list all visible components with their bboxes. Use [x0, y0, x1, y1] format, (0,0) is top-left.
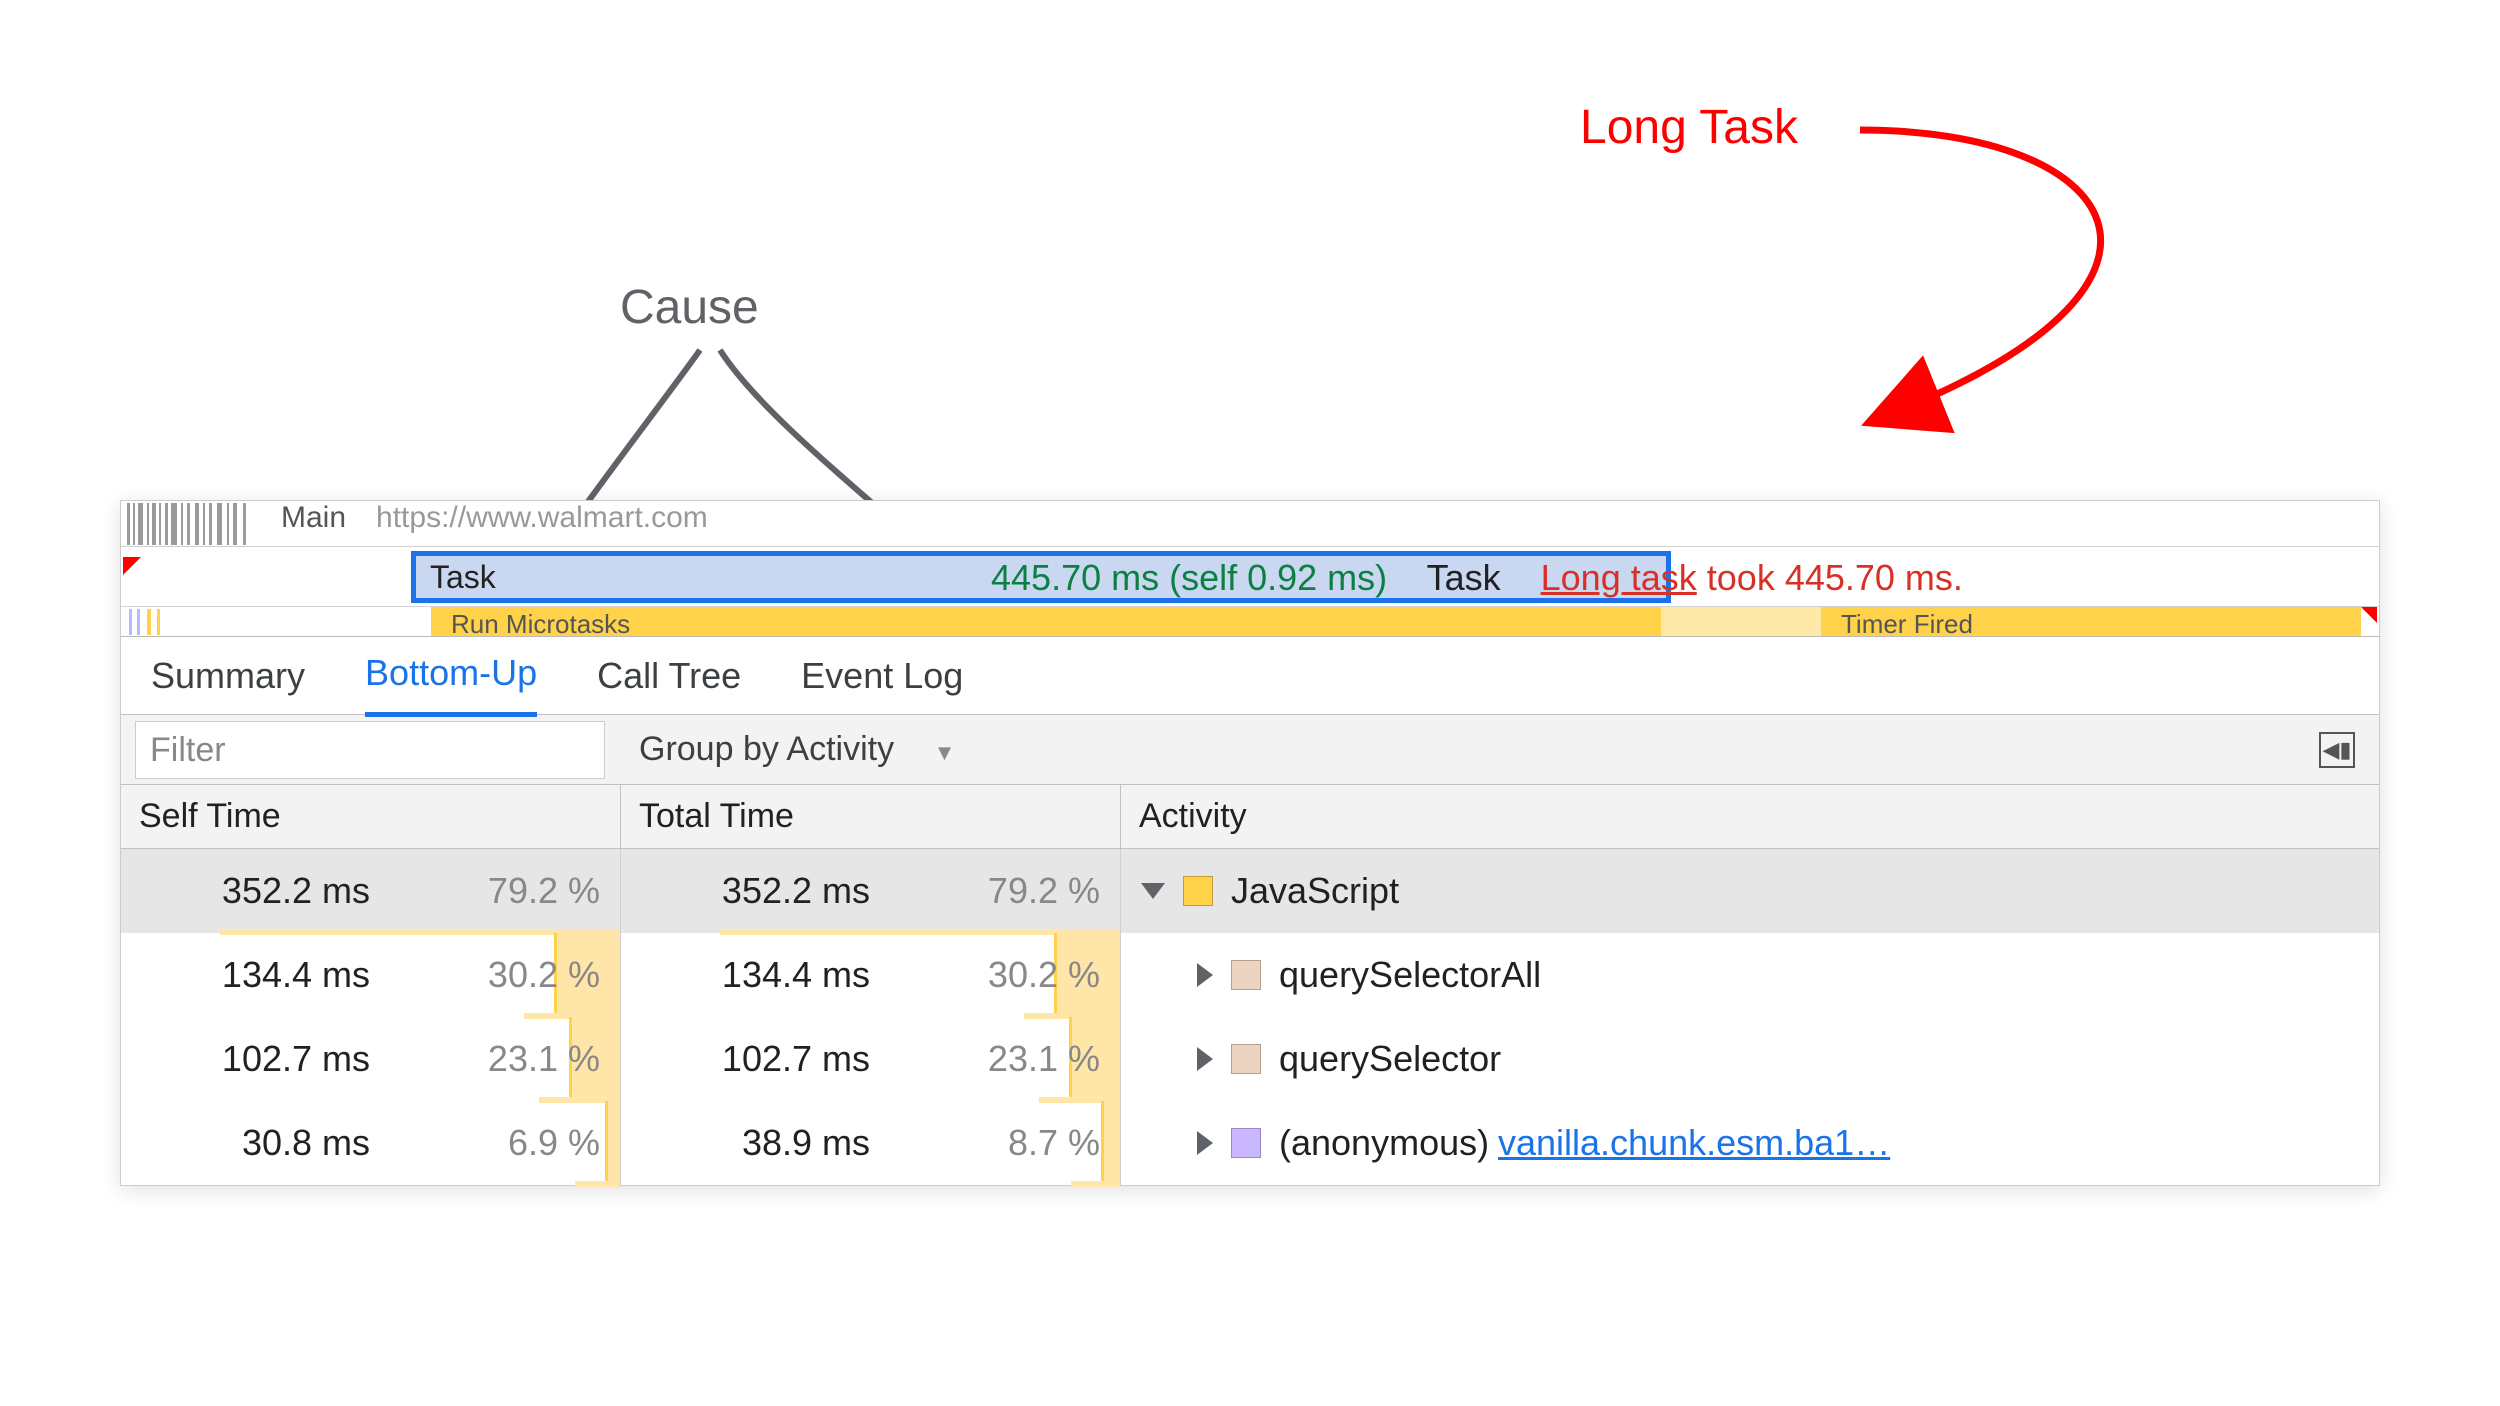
chevron-right-icon[interactable]: [1197, 1047, 1213, 1071]
track-header-main: Main https://www.walmart.com: [121, 501, 2379, 547]
task-warning-rest: took 445.70 ms.: [1697, 557, 1963, 598]
task-type: Task: [1427, 557, 1501, 598]
total-cell: 134.4 ms 30.2 %: [621, 933, 1121, 1017]
annotation-cause: Cause: [620, 280, 759, 335]
group-by-label: Group by Activity: [639, 730, 894, 768]
subtask-timer: Timer Fired: [1841, 609, 1973, 637]
tab-bottom-up[interactable]: Bottom-Up: [365, 634, 537, 717]
tab-call-tree[interactable]: Call Tree: [597, 637, 741, 715]
col-total-time[interactable]: Total Time: [621, 785, 1121, 848]
red-tick-left: [123, 557, 141, 575]
category-swatch: [1231, 1044, 1261, 1074]
source-link[interactable]: vanilla.chunk.esm.ba1…: [1498, 1122, 1890, 1164]
pct-value: 6.9 %: [508, 1122, 600, 1164]
subtask-row: Run Microtasks Timer Fired: [121, 607, 2379, 637]
ms-value: 30.8 ms: [242, 1122, 370, 1164]
task-tooltip: 445.70 ms (self 0.92 ms) Task Long task …: [991, 557, 1963, 599]
red-tick-right: [2359, 607, 2377, 623]
activity-cell: (anonymous) vanilla.chunk.esm.ba1…: [1121, 1101, 2379, 1185]
filter-input[interactable]: Filter: [135, 721, 605, 779]
filter-bar: Filter Group by Activity ▼ ◀▮: [121, 715, 2379, 785]
ms-value: 38.9 ms: [742, 1122, 870, 1164]
chevron-right-icon[interactable]: [1197, 1131, 1213, 1155]
column-headers: Self Time Total Time Activity: [121, 785, 2379, 849]
table-row[interactable]: 352.2 ms 79.2 % 352.2 ms 79.2 % JavaScript: [121, 849, 2379, 933]
ms-value: 102.7 ms: [222, 1038, 370, 1080]
total-cell: 352.2 ms 79.2 %: [621, 849, 1121, 933]
self-cell: 352.2 ms 79.2 %: [121, 849, 621, 933]
category-swatch: [1231, 960, 1261, 990]
col-self-time[interactable]: Self Time: [121, 785, 621, 848]
self-cell: 102.7 ms 23.1 %: [121, 1017, 621, 1101]
ms-value: 352.2 ms: [722, 870, 870, 912]
minimap-barcode-2: [125, 609, 255, 635]
category-swatch: [1231, 1128, 1261, 1158]
table-row[interactable]: 102.7 ms 23.1 % 102.7 ms 23.1 % querySelecto…: [121, 1017, 2379, 1101]
ms-value: 134.4 ms: [722, 954, 870, 996]
ms-value: 102.7 ms: [722, 1038, 870, 1080]
tab-event-log[interactable]: Event Log: [801, 637, 963, 715]
activity-name: querySelector: [1279, 1038, 1501, 1080]
minimap-barcode: [125, 503, 255, 545]
col-activity[interactable]: Activity: [1121, 785, 2379, 848]
heaviest-stack-icon[interactable]: ◀▮: [2319, 732, 2355, 768]
task-warning-label: Long task: [1541, 557, 1697, 598]
table-row[interactable]: 30.8 ms 6.9 % 38.9 ms 8.7 % (anonymous) vani…: [121, 1101, 2379, 1185]
pct-value: 30.2 %: [988, 954, 1100, 996]
self-cell: 30.8 ms 6.9 %: [121, 1101, 621, 1185]
activity-cell: querySelectorAll: [1121, 933, 2379, 1017]
chevron-right-icon[interactable]: [1197, 963, 1213, 987]
chevron-down-icon: ▼: [934, 740, 956, 765]
task-time: 445.70 ms (self 0.92 ms): [991, 557, 1387, 598]
pct-value: 30.2 %: [488, 954, 600, 996]
devtools-panel: Main https://www.walmart.com Task 445.70…: [120, 500, 2380, 1186]
self-cell: 134.4 ms 30.2 %: [121, 933, 621, 1017]
tab-summary[interactable]: Summary: [151, 637, 305, 715]
activity-name: querySelectorAll: [1279, 954, 1541, 996]
total-cell: 38.9 ms 8.7 %: [621, 1101, 1121, 1185]
activity-cell: JavaScript: [1121, 849, 2379, 933]
tabs-bar: Summary Bottom-Up Call Tree Event Log: [121, 637, 2379, 715]
annotation-long-task: Long Task: [1580, 100, 1798, 155]
pct-value: 79.2 %: [988, 870, 1100, 912]
ms-value: 352.2 ms: [222, 870, 370, 912]
chevron-down-icon[interactable]: [1141, 883, 1165, 899]
total-cell: 102.7 ms 23.1 %: [621, 1017, 1121, 1101]
group-by-dropdown[interactable]: Group by Activity ▼: [639, 730, 955, 769]
category-swatch: [1183, 876, 1213, 906]
activity-name: (anonymous): [1279, 1122, 1489, 1164]
task-row: Task 445.70 ms (self 0.92 ms) Task Long …: [121, 547, 2379, 607]
activity-name: JavaScript: [1231, 870, 1399, 912]
pct-value: 8.7 %: [1008, 1122, 1100, 1164]
arrow-long-task: [1840, 100, 2340, 440]
track-url-2: art.com: [608, 501, 708, 535]
track-url-1: https://www.walm: [376, 501, 608, 535]
pct-value: 79.2 %: [488, 870, 600, 912]
pct-value: 23.1 %: [488, 1038, 600, 1080]
activity-cell: querySelector: [1121, 1017, 2379, 1101]
track-main-label: Main: [281, 501, 346, 535]
table-row[interactable]: 134.4 ms 30.2 % 134.4 ms 30.2 % querySelecto…: [121, 933, 2379, 1017]
ms-value: 134.4 ms: [222, 954, 370, 996]
pct-value: 23.1 %: [988, 1038, 1100, 1080]
subtask-microtasks: Run Microtasks: [451, 609, 630, 637]
data-rows: 352.2 ms 79.2 % 352.2 ms 79.2 % JavaScript 13…: [121, 849, 2379, 1185]
